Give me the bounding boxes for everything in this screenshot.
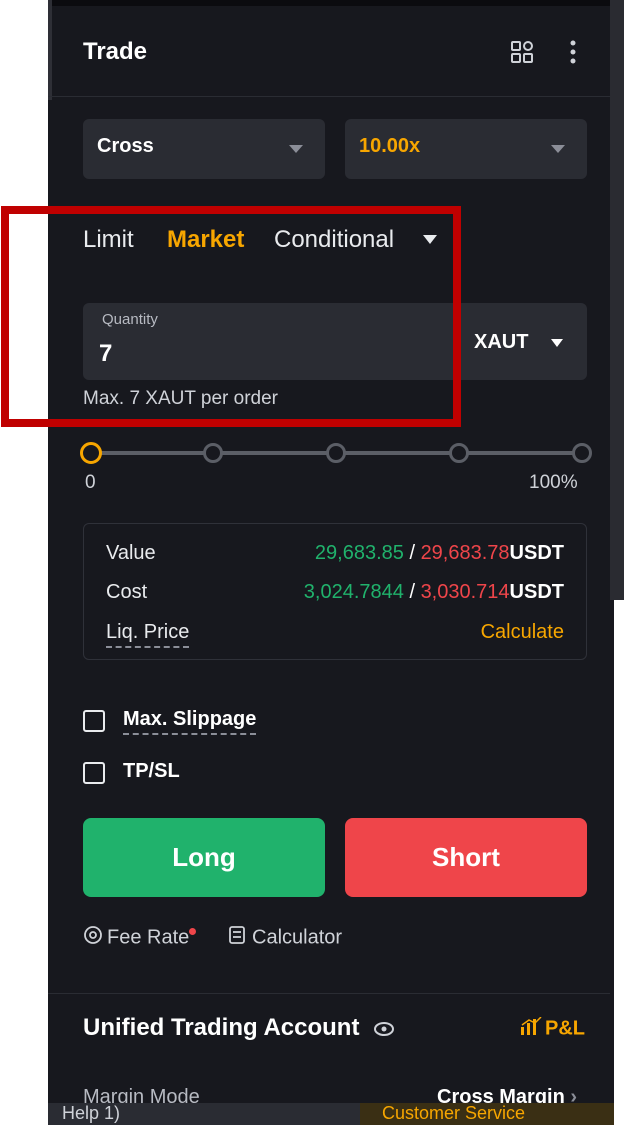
calculator-link[interactable]: Calculator	[228, 925, 342, 951]
value-row: Value 29,683.85 / 29,683.78USDT	[84, 542, 586, 566]
cost-short: 3,030.714	[420, 581, 510, 603]
account-title-text: Unified Trading Account	[83, 1014, 360, 1041]
tpsl-checkbox[interactable]	[83, 762, 105, 784]
bar-chart-icon	[520, 1016, 542, 1041]
calculator-icon	[228, 925, 246, 951]
tpsl-label[interactable]: TP/SL	[123, 760, 180, 783]
liq-price-label[interactable]: Liq. Price	[106, 621, 190, 648]
slider-step-100[interactable]	[572, 443, 592, 463]
value-separator: /	[403, 542, 421, 564]
calculate-link[interactable]: Calculate	[481, 621, 564, 644]
value-short: 29,683.78	[420, 542, 510, 564]
cost-unit: USDT	[509, 581, 564, 603]
cost-amounts: 3,024.7844 / 3,030.714USDT	[304, 581, 564, 604]
value-amounts: 29,683.85 / 29,683.78USDT	[315, 542, 564, 565]
chevron-down-icon	[289, 145, 303, 153]
max-slippage-label[interactable]: Max. Slippage	[123, 708, 257, 735]
notification-dot	[189, 928, 197, 935]
cost-row: Cost 3,024.7844 / 3,030.714USDT	[84, 581, 586, 605]
fee-rate-label: Fee Rate	[107, 926, 190, 949]
margin-mode-select[interactable]: Cross	[83, 119, 325, 179]
slider-step-75[interactable]	[449, 443, 469, 463]
leverage-value: 10.00x	[359, 135, 421, 157]
value-label: Value	[106, 542, 156, 564]
section-divider	[48, 993, 610, 994]
margin-mode-value: Cross	[97, 135, 154, 157]
order-info-box: Value 29,683.85 / 29,683.78USDT Cost 3,0…	[83, 523, 587, 660]
account-title: Unified Trading Account	[83, 1014, 395, 1043]
short-button[interactable]: Short	[345, 818, 587, 897]
customer-service-button[interactable]: Customer Service	[360, 1103, 614, 1125]
liq-price-row: Liq. Price Calculate	[84, 621, 586, 648]
layout-grid-icon[interactable]	[510, 40, 534, 69]
max-slippage-checkbox[interactable]	[83, 710, 105, 732]
slider-step-25[interactable]	[203, 443, 223, 463]
cost-long: 3,024.7844	[303, 581, 404, 603]
panel-title: Trade	[83, 38, 148, 65]
cost-separator: /	[403, 581, 421, 603]
fee-rate-link[interactable]: Fee Rate	[83, 925, 197, 951]
value-unit: USDT	[509, 542, 564, 564]
highlight-annotation-box	[1, 206, 461, 427]
cost-label: Cost	[106, 581, 148, 603]
fee-rate-icon	[83, 925, 103, 951]
calculator-label: Calculator	[252, 926, 343, 949]
chevron-down-icon[interactable]	[551, 339, 563, 347]
slider-step-50[interactable]	[326, 443, 346, 463]
page-scrollbar[interactable]	[610, 0, 624, 600]
chevron-down-icon	[551, 145, 565, 153]
panel-left-edge	[48, 0, 52, 100]
pnl-label: P&L	[545, 1017, 585, 1040]
bottom-help-item[interactable]: Help 1)	[62, 1103, 358, 1125]
eye-icon[interactable]	[374, 1015, 395, 1043]
more-options-icon[interactable]	[568, 40, 578, 69]
slider-max-label: 100%	[529, 472, 578, 493]
long-button[interactable]: Long	[83, 818, 325, 897]
slider-handle[interactable]	[80, 442, 102, 464]
value-long: 29,683.85	[314, 542, 404, 564]
slider-min-label: 0	[85, 472, 96, 493]
leverage-select[interactable]: 10.00x	[345, 119, 587, 179]
bottom-bar: Help 1) Customer Service	[48, 1103, 614, 1125]
pnl-link[interactable]: P&L	[520, 1016, 585, 1041]
header-divider	[48, 96, 610, 97]
quantity-unit-select[interactable]: XAUT	[474, 331, 528, 354]
